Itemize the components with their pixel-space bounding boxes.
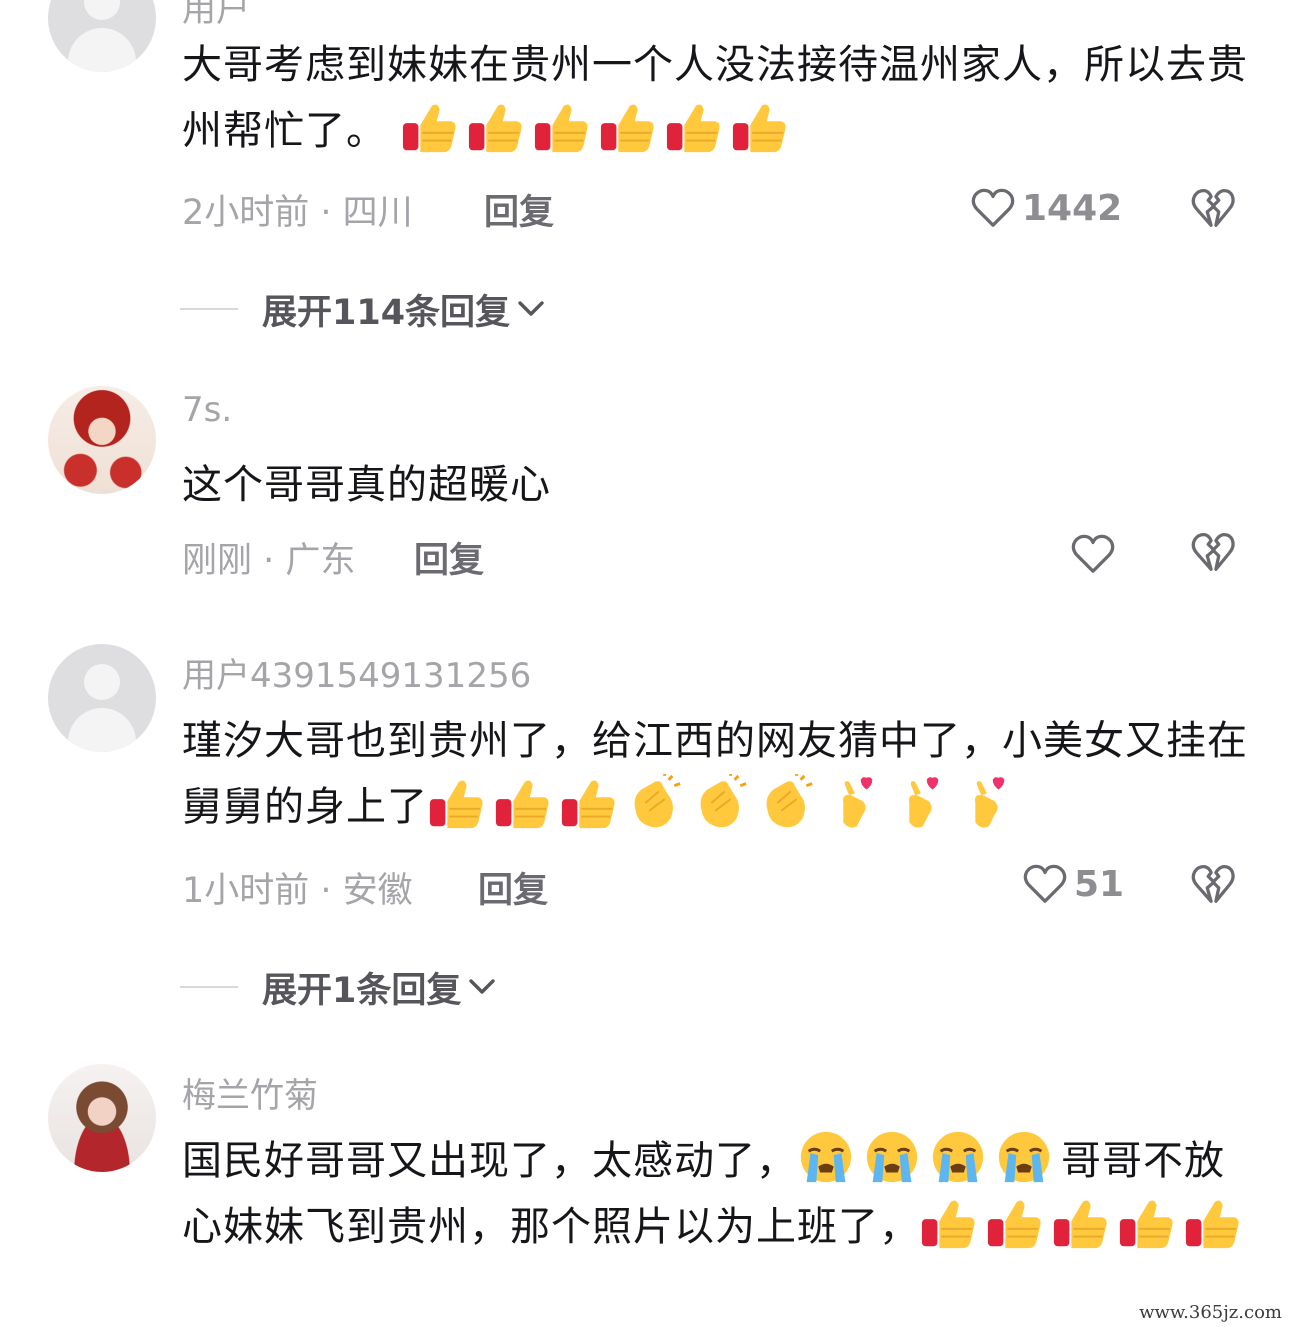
avatar[interactable] (48, 386, 156, 494)
thumbs-up-emoji (467, 98, 525, 156)
avatar[interactable] (48, 1064, 156, 1172)
thumbs-up-emoji (731, 98, 789, 156)
comment-username[interactable]: 梅兰竹菊 (182, 1068, 318, 1117)
heart-outline-icon (1022, 863, 1068, 905)
emoji-row (401, 108, 797, 154)
thumbs-up-emoji (1052, 1194, 1110, 1252)
emoji-row (428, 784, 1022, 830)
chevron-down-icon (469, 979, 496, 994)
comment-username[interactable]: 7s. (182, 390, 232, 430)
thumbs-up-emoji (428, 774, 486, 832)
crying-face-emoji (797, 1128, 855, 1186)
chevron-down-icon (518, 301, 544, 316)
comment-text: 国民好哥哥又出现了，太感动了， 哥哥不放心妹妹飞到贵州，那个照片以为上班了， (182, 1128, 1252, 1260)
broken-heart-icon[interactable] (1190, 530, 1236, 576)
comment-text: 瑾汐大哥也到贵州了，给江西的网友猜中了，小美女又挂在舅舅的身上了 (182, 718, 1248, 830)
avatar[interactable] (48, 0, 156, 72)
comment-time-location: 1小时前 · 安徽 (182, 871, 413, 911)
divider (180, 986, 238, 988)
heart-outline-icon (970, 187, 1016, 229)
thumbs-up-emoji (494, 774, 552, 832)
like-button[interactable]: 1442 (970, 184, 1122, 232)
expand-replies-button[interactable]: 展开1条回复 (180, 962, 497, 1012)
finger-heart-emoji (890, 774, 948, 832)
clapping-hands-emoji (626, 774, 684, 832)
reply-button[interactable]: 回复 (478, 862, 548, 913)
like-button[interactable] (1070, 530, 1116, 578)
like-count: 51 (1074, 863, 1125, 905)
thumbs-up-emoji (1184, 1194, 1242, 1252)
comment-username[interactable]: 用户 (182, 0, 250, 31)
reply-button[interactable]: 回复 (414, 532, 484, 583)
thumbs-up-emoji (599, 98, 657, 156)
crying-face-emoji (863, 1128, 921, 1186)
expand-replies-label: 展开1条回复 (262, 970, 462, 1011)
crying-face-emoji (929, 1128, 987, 1186)
expand-replies-button[interactable]: 展开114条回复 (180, 284, 546, 334)
comment-text: 这个哥哥真的超暖心 (182, 462, 551, 508)
emoji-row (797, 1138, 1061, 1184)
comment-time-location: 2小时前 · 四川 (182, 193, 413, 233)
thumbs-up-emoji (920, 1194, 978, 1252)
thumbs-up-emoji (560, 774, 618, 832)
finger-heart-emoji (956, 774, 1014, 832)
clapping-hands-emoji (758, 774, 816, 832)
expand-replies-label: 展开114条回复 (262, 292, 511, 333)
like-button[interactable]: 51 (1022, 860, 1124, 908)
thumbs-up-emoji (986, 1194, 1044, 1252)
watermark: www.365jz.com (1139, 1302, 1282, 1323)
thumbs-up-emoji (1118, 1194, 1176, 1252)
finger-heart-emoji (824, 774, 882, 832)
comment-username[interactable]: 用户4391549131256 (182, 648, 531, 697)
like-count: 1442 (1022, 187, 1123, 229)
broken-heart-icon[interactable] (1190, 862, 1236, 908)
emoji-row (920, 1204, 1250, 1250)
broken-heart-icon[interactable] (1190, 186, 1236, 232)
reply-button[interactable]: 回复 (484, 184, 554, 235)
heart-outline-icon (1070, 533, 1116, 575)
comment-time-location: 刚刚 · 广东 (182, 541, 356, 581)
crying-face-emoji (995, 1128, 1053, 1186)
thumbs-up-emoji (401, 98, 459, 156)
avatar[interactable] (48, 644, 156, 752)
comment-text: 大哥考虑到妹妹在贵州一个人没法接待温州家人，所以去贵州帮忙了。 (182, 42, 1248, 154)
thumbs-up-emoji (533, 98, 591, 156)
clapping-hands-emoji (692, 774, 750, 832)
divider (180, 308, 238, 310)
thumbs-up-emoji (665, 98, 723, 156)
